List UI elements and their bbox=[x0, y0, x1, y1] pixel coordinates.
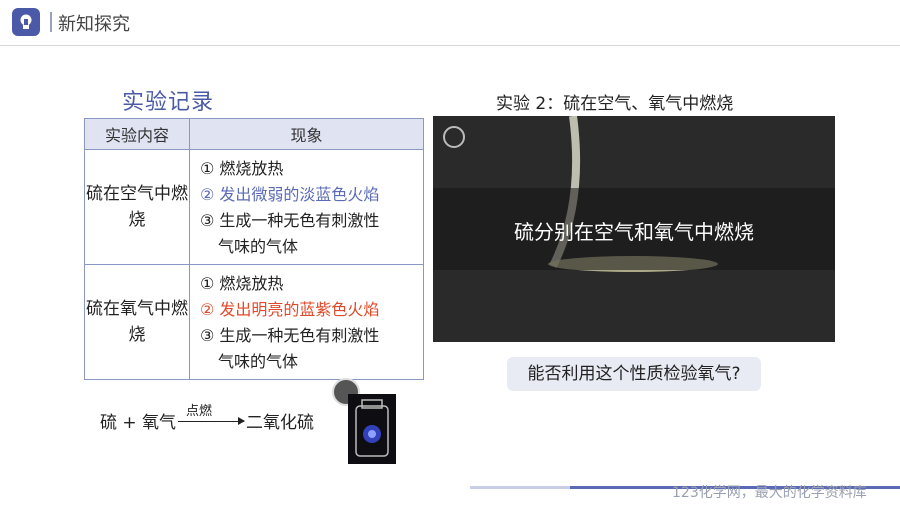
footer-line bbox=[470, 486, 570, 489]
question-box: 能否利用这个性质检验氧气? bbox=[507, 357, 761, 391]
lightbulb-icon bbox=[12, 8, 40, 36]
equation-product: 二氧化硫 bbox=[246, 413, 314, 433]
column-header-phenomenon: 现象 bbox=[189, 118, 424, 150]
video-logo-icon bbox=[443, 126, 465, 148]
equation-condition: 点燃 bbox=[186, 404, 213, 419]
phenomenon-line: ① 燃烧放热 bbox=[200, 159, 284, 178]
phenomenon-line-highlight: ② 发出微弱的淡蓝色火焰 bbox=[200, 185, 380, 204]
table-row: 硫在氧气中燃烧 ① 燃烧放热 ② 发出明亮的蓝紫色火焰 ③ 生成一种无色有刺激性… bbox=[84, 264, 424, 380]
watermark: 123化学网，最大的化学资料库 bbox=[672, 485, 867, 501]
column-header-content: 实验内容 bbox=[84, 118, 190, 150]
reaction-arrow bbox=[178, 417, 245, 425]
phenomenon-line: 气味的气体 bbox=[218, 352, 299, 371]
phenomenon-line: ③ 生成一种无色有刺激性 bbox=[200, 211, 380, 230]
phenomenon-line-highlight: ② 发出明亮的蓝紫色火焰 bbox=[200, 300, 380, 319]
experiment-video[interactable]: 硫分别在空气和氧气中燃烧 bbox=[433, 116, 835, 342]
row-content: 硫在空气中燃烧 bbox=[84, 149, 190, 265]
phenomenon-line: 气味的气体 bbox=[218, 237, 299, 256]
page-title: 新知探究 bbox=[58, 14, 130, 35]
gas-jar-thumbnail[interactable] bbox=[348, 394, 396, 464]
table-row: 硫在空气中燃烧 ① 燃烧放热 ② 发出微弱的淡蓝色火焰 ③ 生成一种无色有刺激性… bbox=[84, 149, 424, 265]
phenomenon-line: ③ 生成一种无色有刺激性 bbox=[200, 326, 380, 345]
header-divider bbox=[0, 45, 900, 46]
header-separator bbox=[50, 12, 52, 32]
experiment-title: 实验 2：硫在空气、氧气中燃烧 bbox=[496, 94, 734, 114]
row-phenomena: ① 燃烧放热 ② 发出微弱的淡蓝色火焰 ③ 生成一种无色有刺激性 气味的气体 bbox=[189, 149, 424, 265]
video-caption: 硫分别在空气和氧气中燃烧 bbox=[514, 220, 754, 244]
row-phenomena: ① 燃烧放热 ② 发出明亮的蓝紫色火焰 ③ 生成一种无色有刺激性 气味的气体 bbox=[189, 264, 424, 380]
table-header-row: 实验内容 现象 bbox=[84, 118, 424, 150]
row-content: 硫在氧气中燃烧 bbox=[84, 264, 190, 380]
record-title: 实验记录 bbox=[122, 90, 215, 115]
phenomenon-line: ① 燃烧放热 bbox=[200, 274, 284, 293]
experiment-record-table: 实验内容 现象 硫在空气中燃烧 ① 燃烧放热 ② 发出微弱的淡蓝色火焰 ③ 生成… bbox=[84, 118, 424, 380]
equation-reactants: 硫 + 氧气 bbox=[100, 413, 177, 433]
